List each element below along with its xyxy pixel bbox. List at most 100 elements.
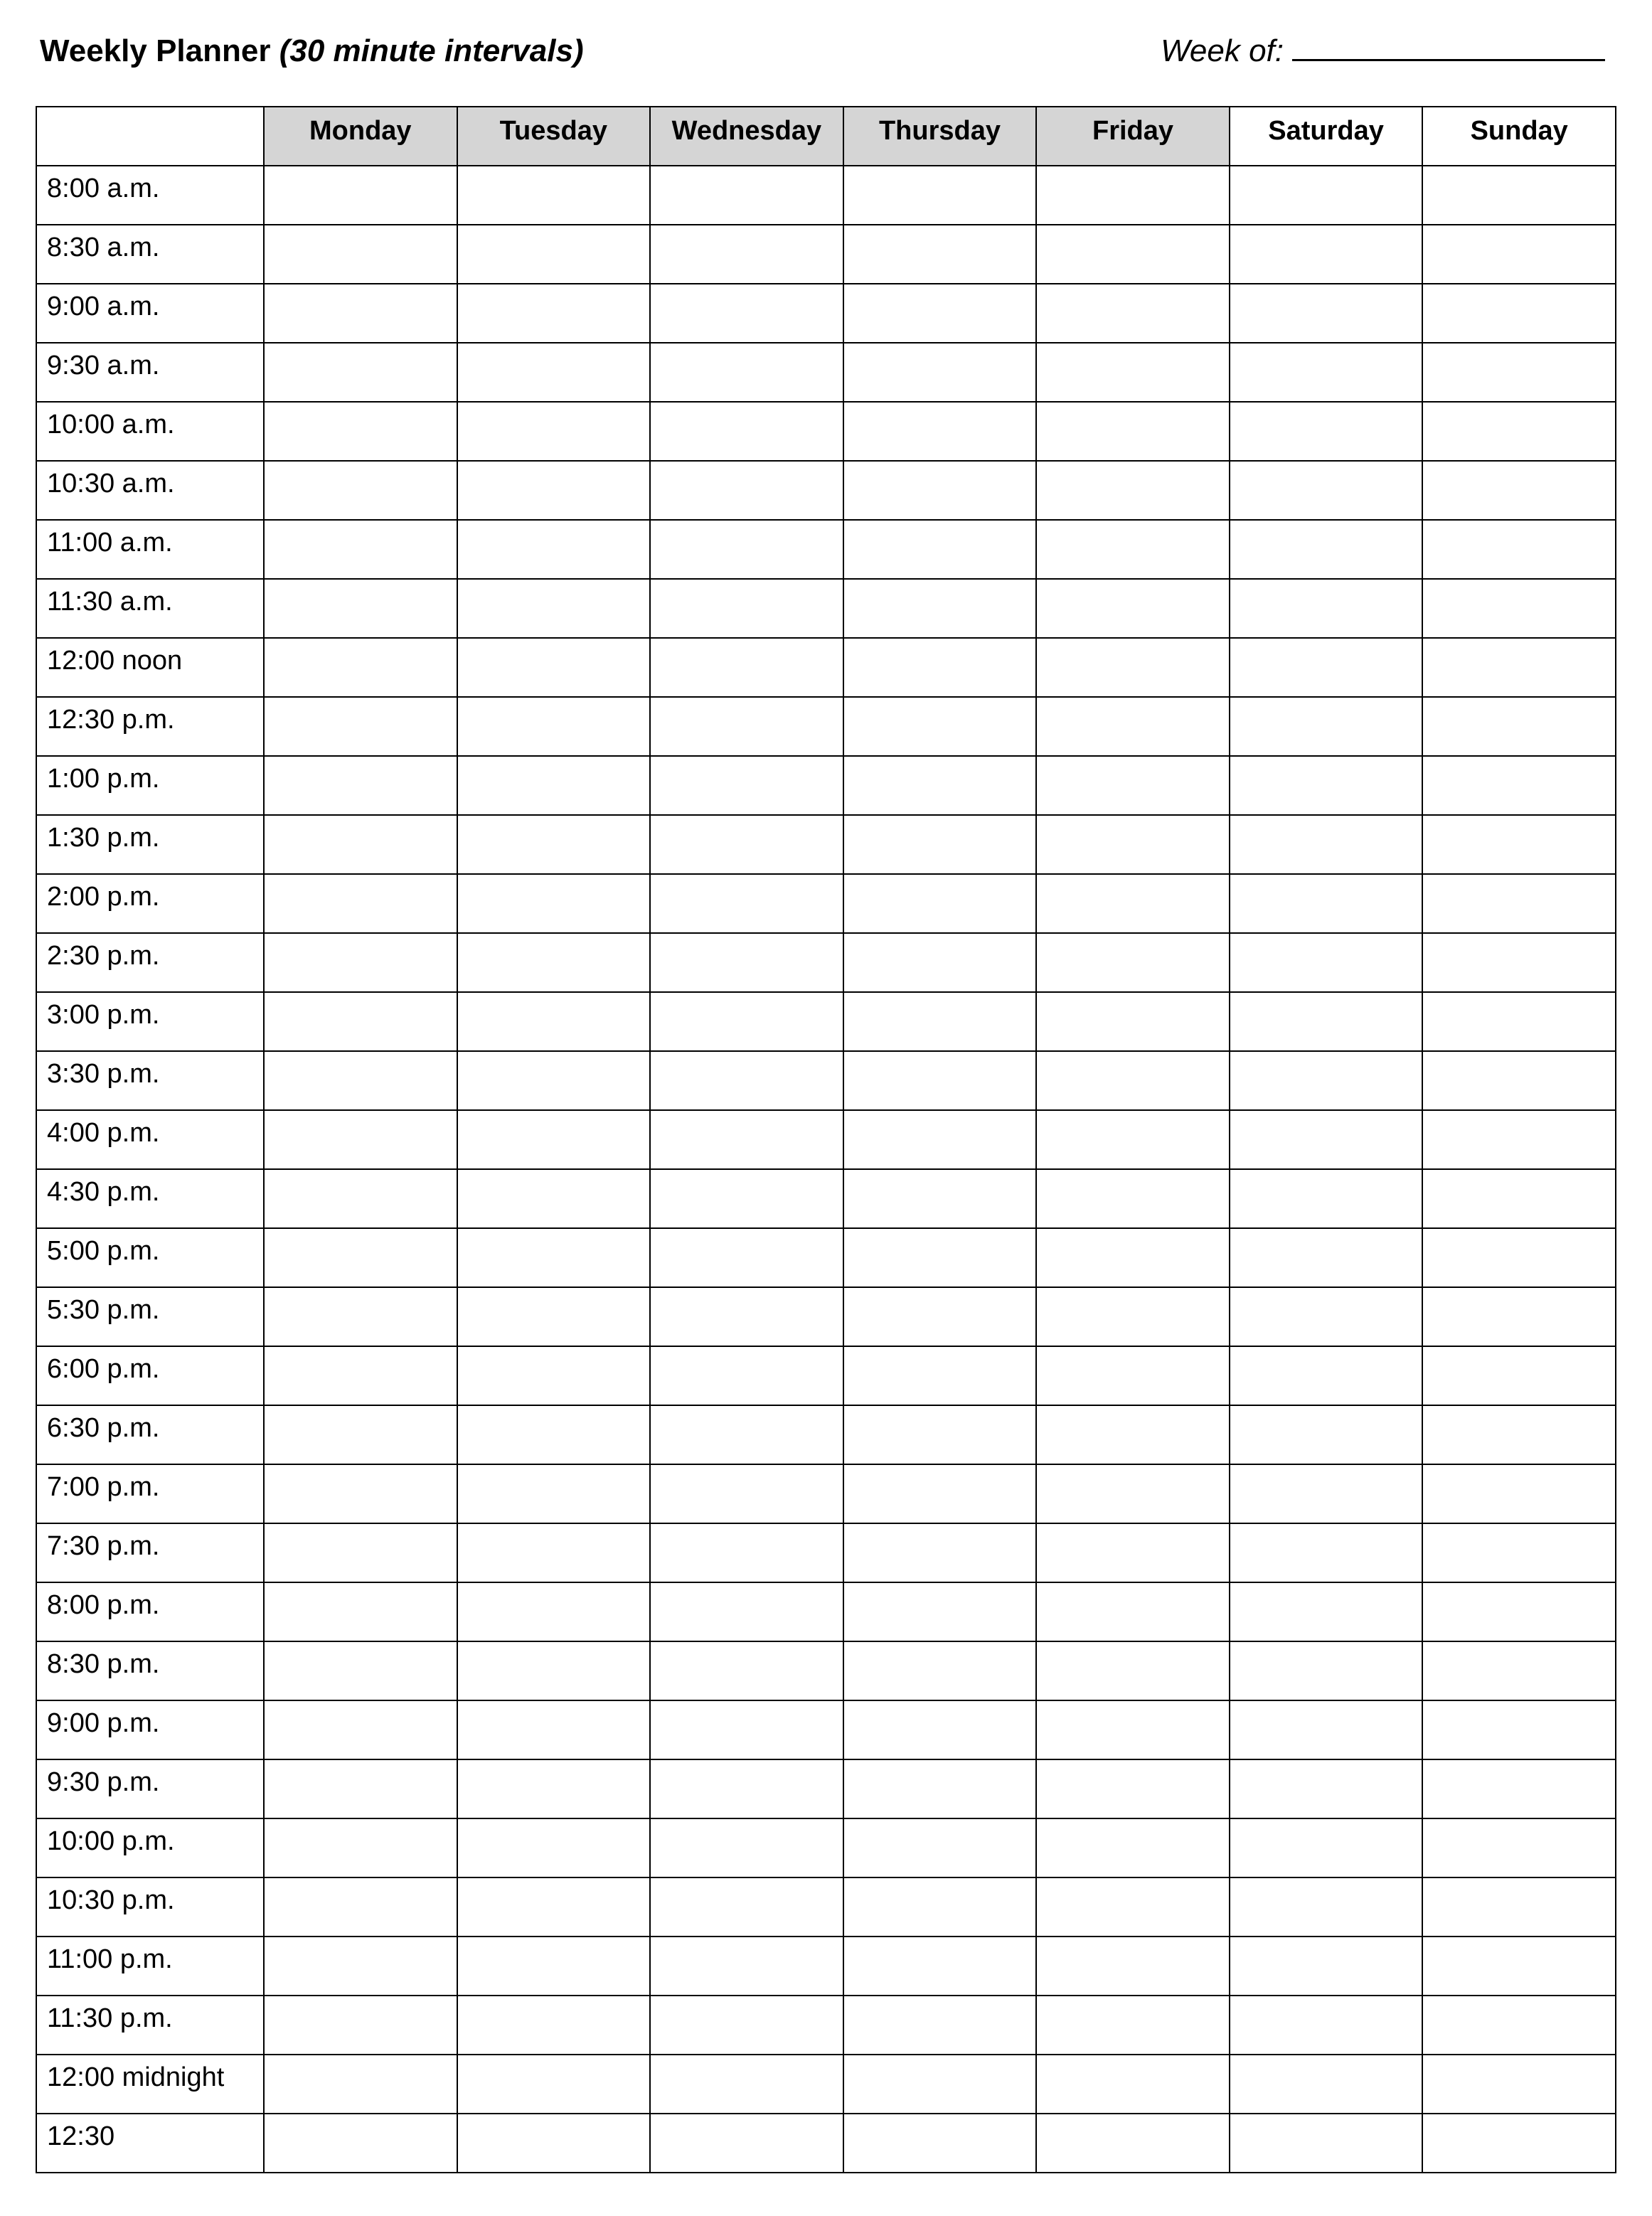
slot-cell[interactable] [1230, 1287, 1423, 1346]
slot-cell[interactable] [1422, 756, 1616, 815]
slot-cell[interactable] [1036, 579, 1230, 638]
slot-cell[interactable] [650, 2055, 843, 2114]
slot-cell[interactable] [843, 1818, 1037, 1877]
slot-cell[interactable] [264, 756, 457, 815]
slot-cell[interactable] [457, 1464, 651, 1523]
slot-cell[interactable] [650, 874, 843, 933]
slot-cell[interactable] [1036, 343, 1230, 402]
slot-cell[interactable] [1036, 1110, 1230, 1169]
slot-cell[interactable] [1036, 1169, 1230, 1228]
slot-cell[interactable] [650, 1287, 843, 1346]
slot-cell[interactable] [843, 1228, 1037, 1287]
slot-cell[interactable] [264, 1169, 457, 1228]
slot-cell[interactable] [264, 1641, 457, 1700]
slot-cell[interactable] [1230, 1700, 1423, 1759]
slot-cell[interactable] [843, 166, 1037, 225]
slot-cell[interactable] [1036, 1287, 1230, 1346]
slot-cell[interactable] [264, 402, 457, 461]
slot-cell[interactable] [1422, 1110, 1616, 1169]
slot-cell[interactable] [457, 579, 651, 638]
slot-cell[interactable] [650, 1937, 843, 1996]
slot-cell[interactable] [1422, 1169, 1616, 1228]
slot-cell[interactable] [457, 1346, 651, 1405]
slot-cell[interactable] [650, 1996, 843, 2055]
slot-cell[interactable] [843, 461, 1037, 520]
slot-cell[interactable] [457, 1582, 651, 1641]
slot-cell[interactable] [457, 225, 651, 284]
slot-cell[interactable] [457, 1641, 651, 1700]
slot-cell[interactable] [1230, 284, 1423, 343]
slot-cell[interactable] [1230, 1523, 1423, 1582]
slot-cell[interactable] [457, 2055, 651, 2114]
slot-cell[interactable] [264, 225, 457, 284]
slot-cell[interactable] [1036, 1464, 1230, 1523]
slot-cell[interactable] [1036, 1405, 1230, 1464]
slot-cell[interactable] [1422, 1759, 1616, 1818]
slot-cell[interactable] [1036, 1937, 1230, 1996]
slot-cell[interactable] [843, 225, 1037, 284]
slot-cell[interactable] [1036, 1641, 1230, 1700]
slot-cell[interactable] [1036, 461, 1230, 520]
slot-cell[interactable] [457, 1996, 651, 2055]
slot-cell[interactable] [1422, 1523, 1616, 1582]
slot-cell[interactable] [843, 1641, 1037, 1700]
slot-cell[interactable] [843, 1405, 1037, 1464]
slot-cell[interactable] [650, 815, 843, 874]
slot-cell[interactable] [843, 284, 1037, 343]
slot-cell[interactable] [650, 992, 843, 1051]
slot-cell[interactable] [650, 1228, 843, 1287]
slot-cell[interactable] [1230, 225, 1423, 284]
slot-cell[interactable] [843, 697, 1037, 756]
slot-cell[interactable] [650, 520, 843, 579]
slot-cell[interactable] [1036, 1523, 1230, 1582]
slot-cell[interactable] [457, 933, 651, 992]
slot-cell[interactable] [1230, 1937, 1423, 1996]
slot-cell[interactable] [1230, 520, 1423, 579]
slot-cell[interactable] [457, 874, 651, 933]
slot-cell[interactable] [1422, 815, 1616, 874]
slot-cell[interactable] [1422, 1051, 1616, 1110]
slot-cell[interactable] [1036, 284, 1230, 343]
slot-cell[interactable] [1230, 1996, 1423, 2055]
slot-cell[interactable] [1230, 1464, 1423, 1523]
week-of-input[interactable] [1292, 28, 1605, 61]
slot-cell[interactable] [843, 874, 1037, 933]
slot-cell[interactable] [264, 992, 457, 1051]
slot-cell[interactable] [1422, 1287, 1616, 1346]
slot-cell[interactable] [843, 1051, 1037, 1110]
slot-cell[interactable] [650, 1051, 843, 1110]
slot-cell[interactable] [264, 1582, 457, 1641]
slot-cell[interactable] [1036, 1818, 1230, 1877]
slot-cell[interactable] [1422, 166, 1616, 225]
slot-cell[interactable] [650, 1877, 843, 1937]
slot-cell[interactable] [650, 343, 843, 402]
slot-cell[interactable] [650, 166, 843, 225]
slot-cell[interactable] [457, 343, 651, 402]
slot-cell[interactable] [650, 933, 843, 992]
slot-cell[interactable] [1230, 756, 1423, 815]
slot-cell[interactable] [1036, 1051, 1230, 1110]
slot-cell[interactable] [264, 1228, 457, 1287]
slot-cell[interactable] [843, 638, 1037, 697]
slot-cell[interactable] [1036, 638, 1230, 697]
slot-cell[interactable] [264, 2114, 457, 2173]
slot-cell[interactable] [1422, 1996, 1616, 2055]
slot-cell[interactable] [1422, 1405, 1616, 1464]
slot-cell[interactable] [1230, 874, 1423, 933]
slot-cell[interactable] [264, 874, 457, 933]
slot-cell[interactable] [1230, 1228, 1423, 1287]
slot-cell[interactable] [843, 1759, 1037, 1818]
slot-cell[interactable] [650, 2114, 843, 2173]
slot-cell[interactable] [843, 933, 1037, 992]
slot-cell[interactable] [457, 284, 651, 343]
slot-cell[interactable] [1036, 2055, 1230, 2114]
slot-cell[interactable] [264, 1937, 457, 1996]
slot-cell[interactable] [457, 638, 651, 697]
slot-cell[interactable] [843, 756, 1037, 815]
slot-cell[interactable] [1230, 2055, 1423, 2114]
slot-cell[interactable] [1230, 992, 1423, 1051]
slot-cell[interactable] [1036, 225, 1230, 284]
slot-cell[interactable] [1230, 461, 1423, 520]
slot-cell[interactable] [264, 520, 457, 579]
slot-cell[interactable] [1230, 402, 1423, 461]
